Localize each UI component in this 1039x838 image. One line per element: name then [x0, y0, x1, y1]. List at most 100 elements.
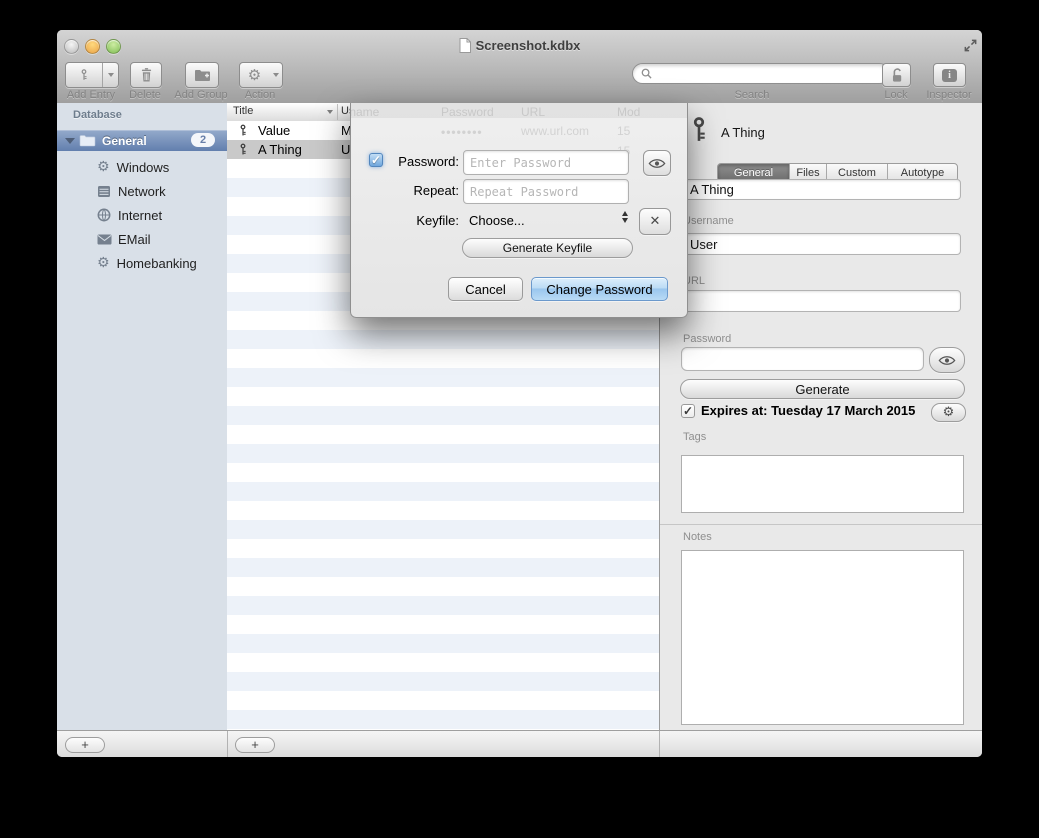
- disclosure-triangle-icon[interactable]: [65, 138, 75, 144]
- stepper-icon[interactable]: [622, 211, 628, 223]
- sidebar-group-label: General: [102, 134, 147, 148]
- sheet-show-password-button[interactable]: [643, 150, 671, 176]
- gear-icon: ⚙: [97, 160, 110, 174]
- username-label: Username: [683, 215, 734, 227]
- section-divider: [660, 524, 982, 525]
- column-divider[interactable]: [337, 104, 338, 120]
- window-title: Screenshot.kdbx: [476, 38, 581, 53]
- sheet-repeat-label: Repeat:: [387, 183, 459, 198]
- url-field[interactable]: [683, 290, 961, 312]
- globe-icon: [97, 208, 111, 222]
- search-field[interactable]: [632, 63, 890, 84]
- sidebar-group-general[interactable]: General 2: [57, 130, 227, 151]
- username-field[interactable]: [683, 233, 961, 255]
- expires-settings-button[interactable]: ⚙: [931, 403, 966, 422]
- folder-icon: [79, 134, 96, 147]
- entry-title: Value: [258, 123, 290, 138]
- add-entry-button[interactable]: [65, 62, 119, 88]
- title-bar: Screenshot.kdbx: [57, 30, 982, 60]
- ghost-url-value: www.url.com: [521, 124, 589, 138]
- action-label: Action: [233, 89, 287, 101]
- change-password-sheet: Username Password URL Mod •••••••• www.u…: [350, 103, 688, 318]
- sidebar-header: Database: [73, 109, 122, 121]
- generate-password-button[interactable]: Generate: [680, 379, 965, 399]
- expires-label: Expires at: Tuesday 17 March 2015: [701, 403, 915, 418]
- bottom-bar: + +: [57, 730, 982, 757]
- column-header-title[interactable]: Title: [233, 105, 253, 117]
- ghost-column-modified: Mod: [617, 105, 640, 119]
- server-icon: [97, 185, 111, 198]
- divider: [659, 731, 660, 757]
- show-password-button[interactable]: [929, 347, 965, 373]
- notes-field[interactable]: [681, 550, 964, 725]
- lock-open-icon: [890, 67, 904, 83]
- change-password-button[interactable]: Change Password: [531, 277, 668, 301]
- tags-field[interactable]: [681, 455, 964, 513]
- ghost-column-password: Password: [441, 105, 494, 119]
- app-window: Screenshot.kdbx Add Entry Delete: [57, 30, 982, 757]
- divider: [227, 731, 228, 757]
- sheet-keyfile-label: Keyfile:: [387, 213, 459, 228]
- check-icon: ✓: [371, 155, 381, 165]
- toolbar: Add Entry Delete Add Group ⚙ Action: [57, 60, 982, 104]
- sidebar: Database General 2 ⚙ Windows Network Int…: [57, 103, 228, 730]
- expires-checkbox[interactable]: ✓: [681, 404, 695, 418]
- eye-icon: [648, 158, 666, 169]
- key-icon: [237, 123, 249, 138]
- generate-keyfile-button[interactable]: Generate Keyfile: [462, 238, 633, 258]
- fullscreen-icon[interactable]: [963, 38, 978, 53]
- key-icon: [237, 142, 249, 157]
- keyfile-popup[interactable]: Choose...: [469, 213, 525, 228]
- inspector-button[interactable]: i: [933, 63, 966, 87]
- sidebar-item-label: Internet: [118, 208, 162, 223]
- sidebar-item-label: Homebanking: [117, 256, 197, 271]
- entry-title: A Thing: [258, 142, 302, 157]
- inspector-label: Inspector: [921, 89, 977, 101]
- sheet-password-input[interactable]: [463, 150, 629, 175]
- gear-icon: ⚙: [943, 406, 955, 419]
- lock-label: Lock: [869, 89, 923, 101]
- sidebar-item-network[interactable]: Network: [57, 181, 227, 201]
- sidebar-item-internet[interactable]: Internet: [57, 205, 227, 225]
- group-count-badge: 2: [191, 133, 215, 147]
- sheet-repeat-input[interactable]: [463, 179, 629, 204]
- add-entry-bottom-button[interactable]: +: [235, 737, 275, 753]
- window-title-area: Screenshot.kdbx: [57, 30, 982, 60]
- add-group-button[interactable]: [185, 62, 219, 88]
- title-field[interactable]: [683, 179, 961, 200]
- sidebar-item-homebanking[interactable]: ⚙ Homebanking: [57, 253, 227, 273]
- document-icon: [459, 38, 471, 53]
- sidebar-item-label: EMail: [118, 232, 151, 247]
- key-icon: [78, 67, 90, 83]
- sidebar-item-label: Windows: [117, 160, 170, 175]
- search-icon: [641, 68, 652, 79]
- cancel-button[interactable]: Cancel: [448, 277, 523, 301]
- sidebar-item-label: Network: [118, 184, 166, 199]
- search-label: Search: [722, 89, 782, 101]
- delete-label: Delete: [115, 89, 175, 101]
- search-input[interactable]: [656, 66, 881, 82]
- password-label: Password: [683, 333, 731, 345]
- lock-button[interactable]: [882, 63, 911, 87]
- action-button[interactable]: ⚙: [239, 62, 283, 88]
- delete-button[interactable]: [130, 62, 162, 88]
- chevron-down-icon: [108, 73, 114, 77]
- info-icon: i: [942, 69, 957, 82]
- ghost-password-dots: ••••••••: [441, 125, 483, 139]
- trash-icon: [140, 67, 153, 83]
- key-icon: [686, 110, 712, 150]
- ghost-column-username: Username: [350, 105, 379, 119]
- inspector-panel: A Thing General Files Custom Autotype Us…: [659, 103, 982, 730]
- add-entry-label: Add Entry: [65, 89, 117, 101]
- notes-label: Notes: [683, 531, 712, 543]
- password-enabled-checkbox[interactable]: ✓: [369, 153, 383, 167]
- password-field[interactable]: [681, 347, 924, 371]
- sort-indicator-icon: [327, 110, 333, 114]
- sidebar-item-email[interactable]: EMail: [57, 229, 227, 249]
- desktop: Screenshot.kdbx Add Entry Delete: [0, 0, 1039, 838]
- clear-keyfile-button[interactable]: ✕: [639, 208, 671, 235]
- sidebar-item-windows[interactable]: ⚙ Windows: [57, 157, 227, 177]
- close-icon: ✕: [650, 214, 661, 229]
- add-group-bottom-button[interactable]: +: [65, 737, 105, 753]
- gear-icon: ⚙: [97, 256, 110, 270]
